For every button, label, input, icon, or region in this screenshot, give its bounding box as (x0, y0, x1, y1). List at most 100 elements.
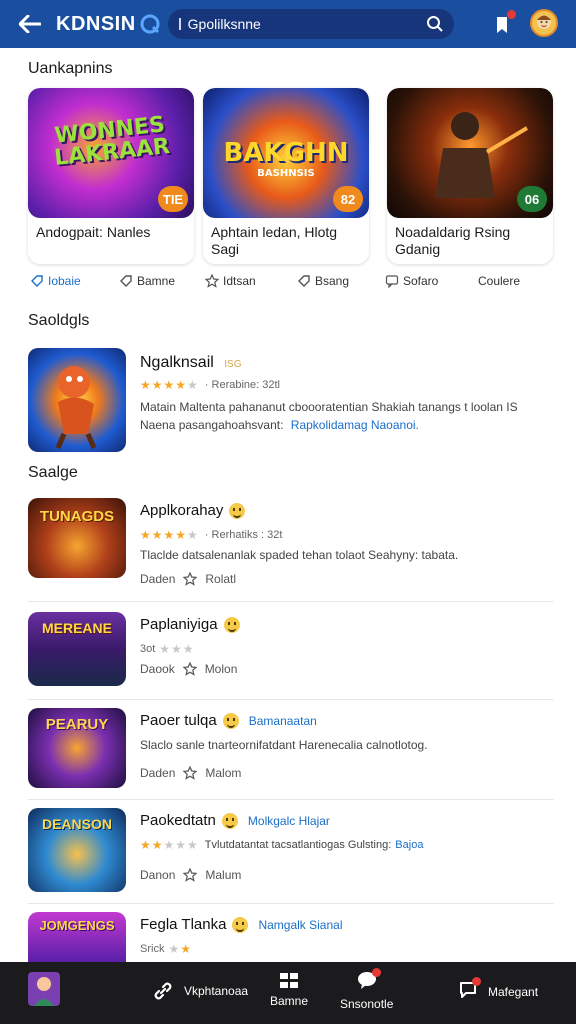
list-item-art-title: PEARUY (45, 716, 109, 733)
list-item[interactable]: DEANSON Paokedtatn Molkgalc Hlajar ★★★★★ T… (28, 808, 554, 904)
featured-desc-link[interactable]: Rapkolidamag Naoanoi. (291, 418, 419, 432)
bottom-nav-item-2[interactable]: Bamne (270, 972, 308, 1008)
list-item-title-text: Paoer tulqa (140, 712, 217, 729)
list-item[interactable]: PEARUY Paoer tulqa Bamanaatan Slaclo sanl… (28, 708, 554, 800)
bottom-nav-label: Snsonotle (340, 997, 394, 1011)
back-arrow-icon[interactable] (14, 8, 46, 40)
game-card-3[interactable]: 06 Noadaldarig Rsing Gdanig (387, 88, 553, 264)
game-card-label: Andogpait: Nanles (36, 224, 151, 240)
featured-game-character (55, 366, 97, 449)
game-card-badge: TIE (158, 186, 188, 212)
rating-stars: ★★★★★ (140, 838, 199, 852)
meta-secondary: Malom (205, 766, 242, 780)
rating-stars: ★★★★★ (140, 528, 199, 542)
bottom-nav-item-3[interactable]: Snsonotle (340, 968, 394, 1011)
chip-6[interactable]: Coulere (478, 272, 520, 290)
list-item-title: Applkorahay (140, 502, 246, 520)
tag-icon (31, 275, 43, 287)
list-item-meta: Daook Molon (140, 662, 237, 676)
rating-text: · Rerhatiks : 32t (204, 529, 283, 541)
chip-4[interactable]: Bsang (297, 272, 349, 290)
chip-3[interactable]: Idtsan (205, 272, 256, 290)
search-input[interactable] (187, 16, 426, 32)
bottom-nav-label: Vkphtanoaa (184, 984, 249, 998)
bottom-nav-avatar[interactable] (28, 972, 60, 1006)
list-item[interactable]: TUNAGDS Applkorahay ★★★★★ · Rerhatiks : 3… (28, 498, 554, 602)
message-icon (385, 275, 399, 288)
meta-secondary: Molon (204, 662, 238, 676)
favorite-star-icon[interactable] (183, 572, 198, 586)
list-item-title: Paokedtatn Molkgalc Hlajar (140, 812, 330, 830)
list-item-title-text: Paokedtatn (140, 812, 216, 829)
meta-secondary: Rolatl (205, 572, 237, 586)
game-card-art: WONNES LAKRAAR TIE (28, 88, 194, 218)
favorite-star-icon[interactable] (183, 868, 198, 882)
chip-label: Iobaie (48, 274, 81, 288)
game-card-art-title: BAKGHN (223, 138, 349, 168)
avatar[interactable] (530, 9, 558, 37)
featured-game-title: Ngalknsail ISG (140, 354, 242, 372)
game-card-label: Aphtain ledan, Hlotg Sagi (211, 224, 338, 257)
meta-author: Daden (140, 766, 176, 780)
game-card-1[interactable]: WONNES LAKRAAR TIE Andogpait: Nanles (28, 88, 194, 264)
tag-icon (298, 275, 310, 287)
list-item-link[interactable]: Molkgalc Hlajar (248, 814, 330, 828)
notifications-button[interactable] (490, 10, 518, 38)
brand-logo-icon (140, 14, 160, 34)
featured-game-art (28, 348, 126, 452)
brand-name: KDNSIN (56, 12, 136, 35)
list-item-art-title: MEREANE (41, 620, 112, 636)
game-card-art: 06 (387, 88, 553, 218)
featured-game[interactable]: Ngalknsail ISG ★★★★★ · Rerabine: 32tl Ma… (28, 348, 528, 454)
list-item-link[interactable]: Namgalk Sianal (258, 918, 342, 932)
game-card-badge: 06 (517, 186, 547, 212)
meta-author: Danon (140, 868, 176, 882)
game-card-art-title: WONNES LAKRAAR (53, 112, 172, 171)
search-field-icon (178, 18, 181, 30)
list-item-desc-link[interactable]: Bajoa (395, 839, 423, 851)
chip-2[interactable]: Bamne (119, 272, 175, 290)
list-item-title: Paplaniyiga (140, 616, 240, 634)
rating-stars: ★★ (168, 942, 192, 956)
rating-text: Srick (140, 943, 165, 955)
smiley-icon (223, 617, 240, 634)
section-title-list: Saalge (28, 464, 78, 481)
notification-dot (507, 10, 516, 19)
list-item-desc: Slaclo sanle tnarteornifatdant Harenecal… (140, 738, 428, 752)
bottom-nav-label: Mafegant (488, 984, 539, 999)
app-header: KDNSIN (0, 0, 576, 48)
list-item-title-text: Fegla Tlanka (140, 916, 227, 933)
rating-text: 3ot (140, 643, 156, 655)
search-bar[interactable] (167, 9, 454, 39)
list-item-title: Fegla Tlanka Namgalk Sianal (140, 916, 343, 934)
chip-1[interactable]: Iobaie (30, 272, 81, 290)
list-item-rating: 3ot ★★★ (140, 642, 201, 656)
list-item-link[interactable]: Bamanaatan (249, 714, 317, 728)
list-item-desc: Tlaclde datsalenanlak spaded tehan tolao… (140, 548, 459, 562)
list-item[interactable]: JOMGENGS Fegla Tlanka Namgalk Sianal Sric… (28, 912, 554, 962)
chip-5[interactable]: Sofaro (385, 272, 438, 290)
bottom-nav-item-1[interactable]: Vkphtanoaa (152, 980, 248, 1002)
list-item-rating: ★★★★★ Tvlutdatantat tacsatlantiogas Gulst… (140, 838, 423, 852)
featured-desc-text: Naena pasangahoahsvant: (140, 418, 284, 432)
search-icon[interactable] (426, 15, 444, 33)
list-item-art-title: DEANSON (41, 816, 112, 832)
game-card-2[interactable]: BAKGHN BASHNSIS 82 Aphtain ledan, Hlotg … (203, 88, 369, 264)
game-card-art-subtitle: BASHNSIS (257, 168, 315, 179)
favorite-star-icon[interactable] (183, 766, 198, 780)
notification-dot (472, 977, 481, 986)
notification-dot (371, 968, 381, 977)
favorite-star-icon[interactable] (182, 662, 197, 676)
list-item[interactable]: MEREANE Paplaniyiga 3ot ★★★ Daook Molon (28, 612, 554, 700)
list-item-art: MEREANE (28, 612, 126, 686)
section-title-top: Uankapnins (28, 60, 113, 77)
meta-author: Daden (140, 572, 176, 586)
list-item-art-title: JOMGENGS (39, 918, 115, 933)
game-card-label: Noadaldarig Rsing Gdanig (395, 224, 511, 257)
featured-rating: ★★★★★ · Rerabine: 32tl (140, 378, 280, 392)
star-icon (205, 274, 219, 288)
bottom-nav-item-4[interactable]: Mafegant (458, 977, 539, 1003)
featured-desc-line1: Matain Maltenta pahananut cboooratentian… (140, 400, 518, 414)
tag-icon (120, 275, 132, 287)
smiley-icon (229, 503, 246, 520)
